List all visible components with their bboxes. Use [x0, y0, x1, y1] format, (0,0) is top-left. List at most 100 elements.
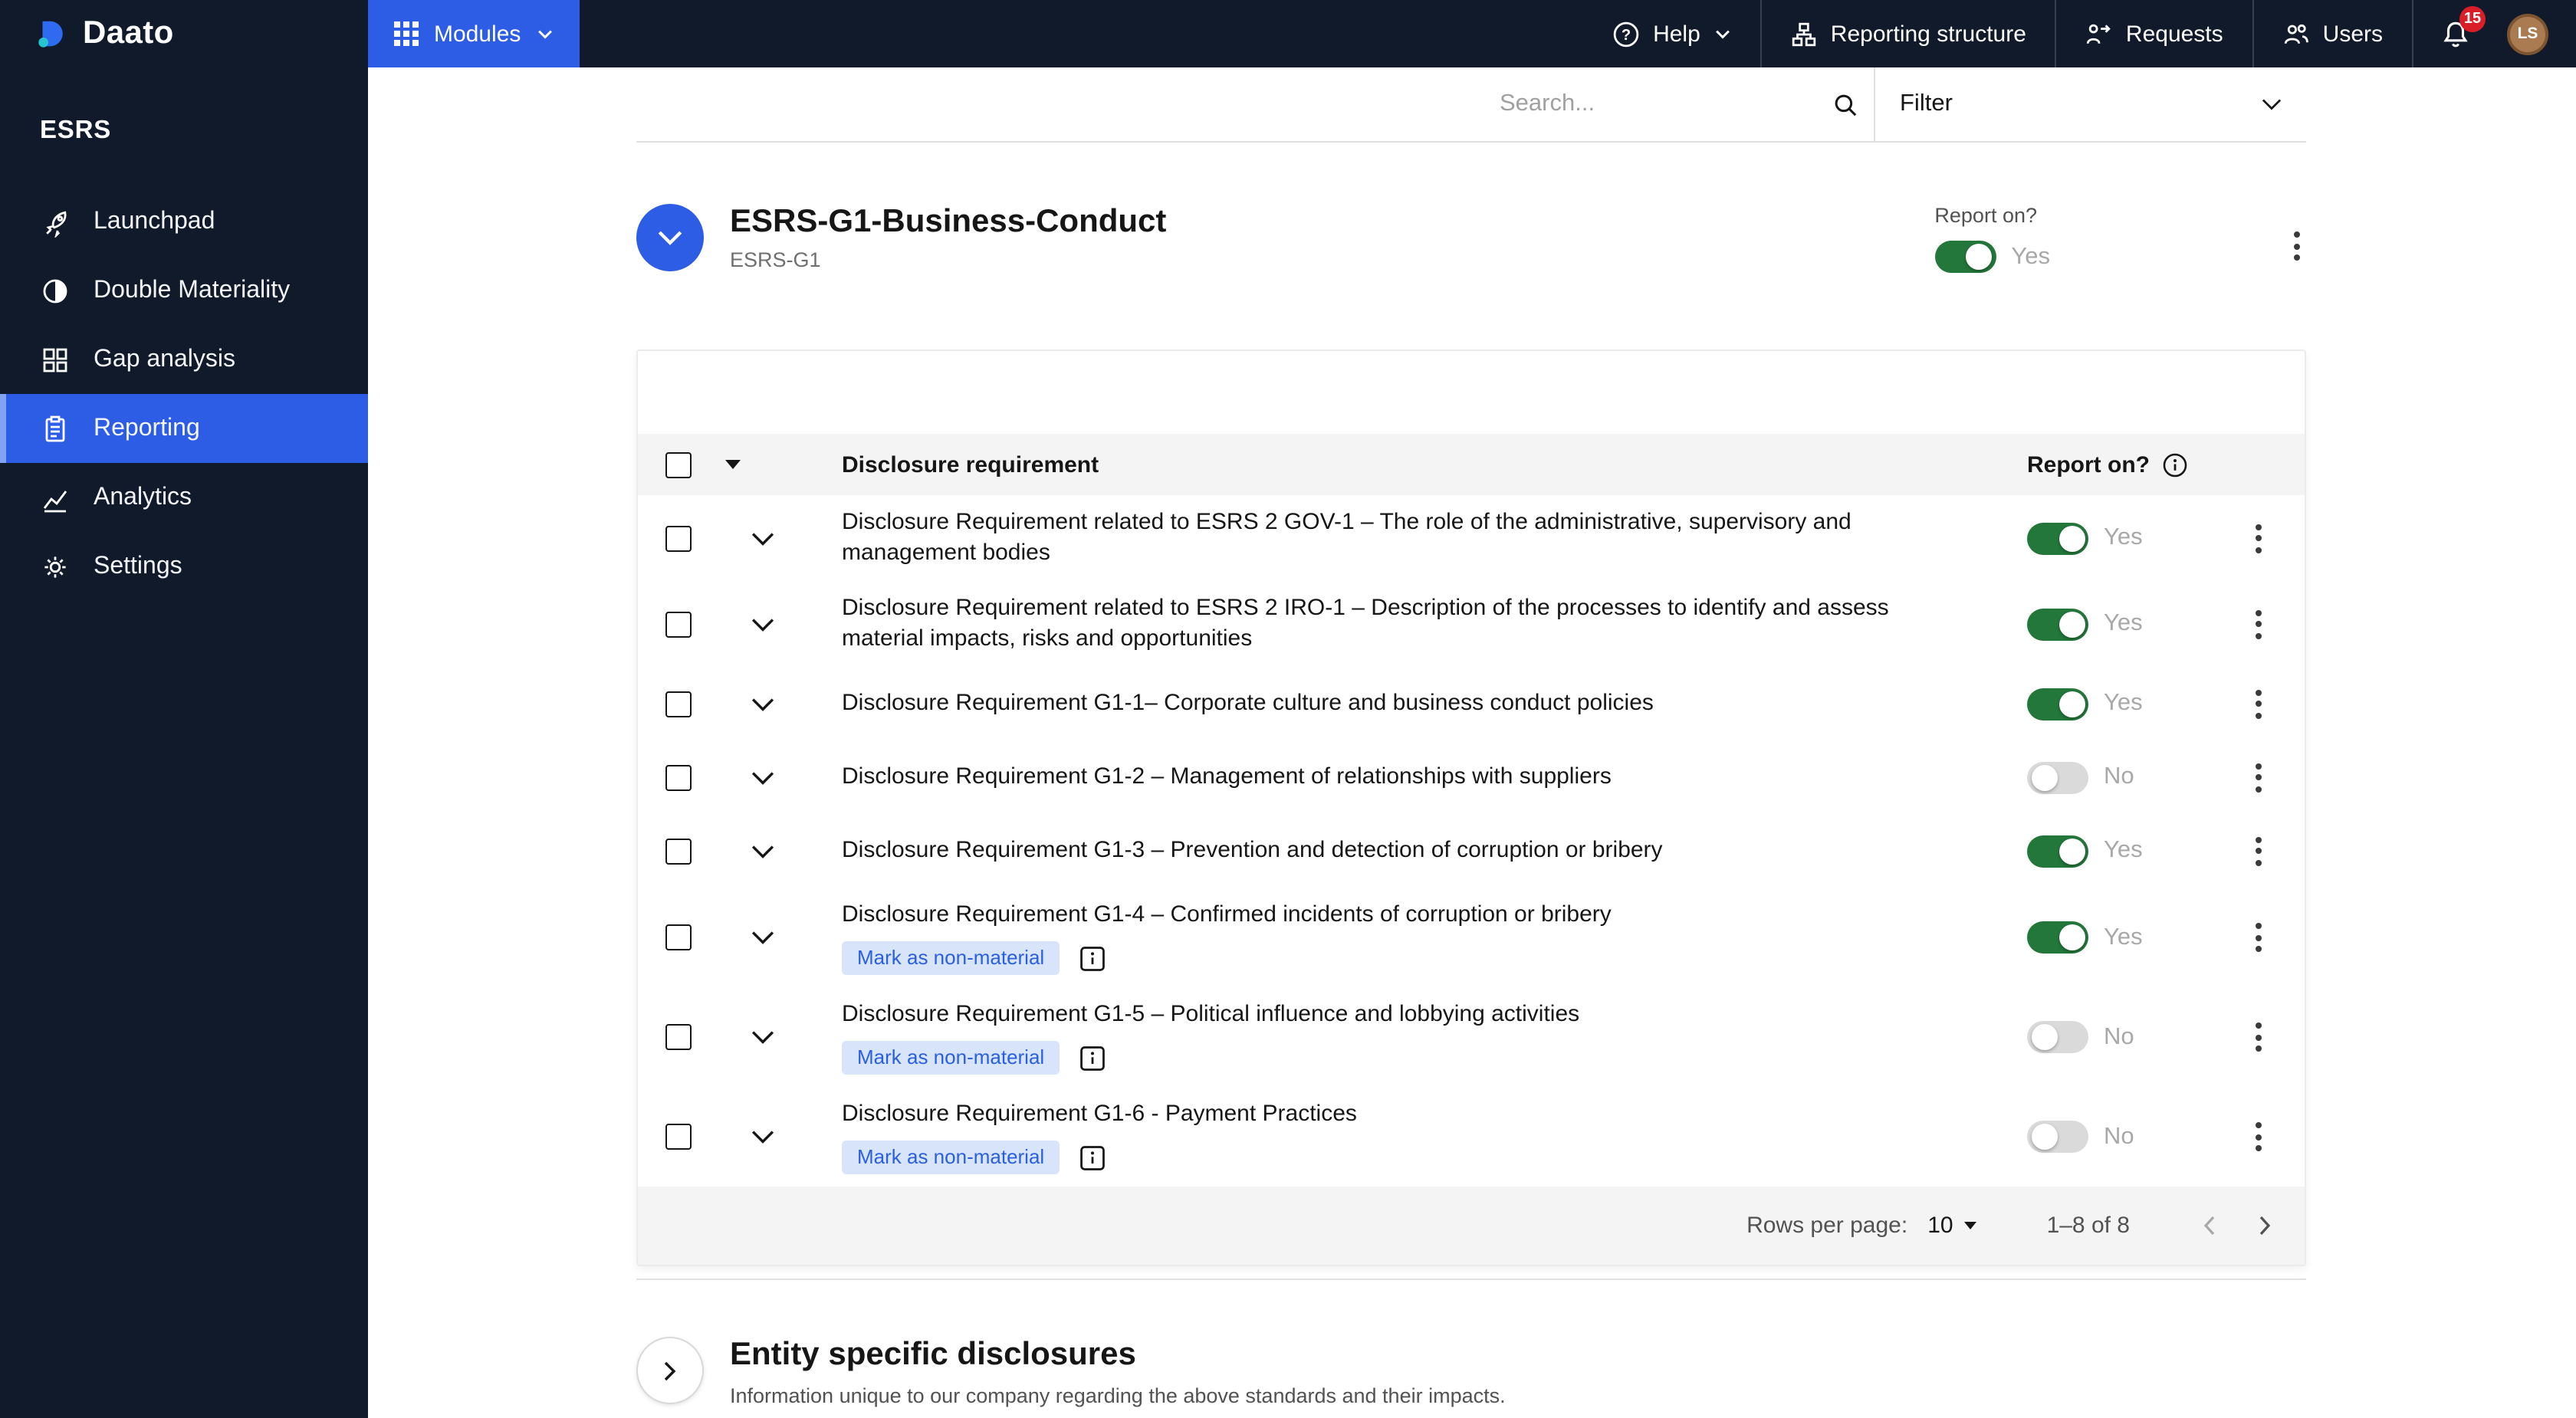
chevron-down-icon[interactable]: [751, 931, 774, 944]
sidebar-item-reporting[interactable]: Reporting: [0, 394, 368, 463]
report-on-toggle[interactable]: [2027, 1021, 2088, 1053]
mark-non-material-button[interactable]: Mark as non-material: [842, 1041, 1060, 1075]
kebab-menu[interactable]: [2249, 1116, 2268, 1157]
kebab-menu[interactable]: [2288, 225, 2306, 267]
brand[interactable]: Daato: [0, 0, 368, 67]
clipboard-icon: [45, 415, 65, 441]
notifications-button[interactable]: 15: [2412, 0, 2498, 67]
modules-label: Modules: [434, 21, 521, 47]
table-row: Disclosure Requirement G1-1– Corporate c…: [638, 667, 2305, 740]
reporting-structure-label: Reporting structure: [1830, 21, 2026, 47]
chevron-down-icon[interactable]: [751, 1030, 774, 1044]
row-checkbox[interactable]: [665, 1024, 692, 1050]
row-checkbox[interactable]: [665, 691, 692, 717]
disclosure-requirement-text: Disclosure Requirement G1-6 - Payment Pr…: [842, 1101, 1357, 1127]
search-icon[interactable]: [1832, 91, 1858, 117]
sidebar-item-double-materiality[interactable]: Double Materiality: [0, 256, 368, 325]
standard-header: ESRS-G1-Business-Conduct ESRS-G1 Report …: [636, 204, 2306, 273]
chart-icon: [43, 490, 67, 512]
help-button[interactable]: ? Help: [1584, 0, 1760, 67]
row-checkbox[interactable]: [665, 764, 692, 790]
toggle-state-label: Yes: [2104, 524, 2143, 550]
row-actions: Mark as non-material: [842, 1141, 1904, 1174]
chevron-down-icon[interactable]: [751, 697, 774, 711]
report-on-toggle[interactable]: [2027, 761, 2088, 793]
toggle-state-label: Yes: [2104, 924, 2143, 950]
report-on-toggle[interactable]: [2027, 522, 2088, 554]
svg-text:?: ?: [1622, 26, 1631, 43]
chevron-down-icon[interactable]: [751, 844, 774, 858]
toggle-state-label: Yes: [2104, 610, 2143, 636]
filter-label: Filter: [1900, 90, 1953, 117]
modules-button[interactable]: Modules: [368, 0, 580, 67]
kebab-menu[interactable]: [2249, 917, 2268, 958]
chevron-down-icon[interactable]: [751, 770, 774, 784]
users-button[interactable]: Users: [2252, 0, 2412, 67]
sidebar-item-gap-analysis[interactable]: Gap analysis: [0, 325, 368, 394]
info-square-icon[interactable]: [1079, 1045, 1106, 1071]
filter-select[interactable]: Filter: [1874, 67, 2306, 141]
sidebar-item-label: Settings: [94, 553, 182, 579]
chevron-right-icon: [664, 1361, 676, 1380]
chevron-down-icon[interactable]: [751, 617, 774, 631]
sidebar-item-label: Gap analysis: [94, 346, 235, 372]
avatar[interactable]: LS: [2507, 13, 2548, 54]
chevron-down-icon: [1963, 1222, 1976, 1229]
expand-entity-button[interactable]: [636, 1337, 704, 1404]
toggle-state-label: Yes: [2011, 243, 2050, 269]
rocket-icon: [46, 210, 67, 237]
report-on-toggle[interactable]: [2027, 608, 2088, 640]
select-all-checkbox[interactable]: [665, 451, 692, 478]
info-icon[interactable]: [2162, 451, 2188, 478]
entity-subtitle: Information unique to our company regard…: [730, 1384, 1506, 1407]
previous-page-button[interactable]: [2191, 1205, 2226, 1246]
chevron-down-icon: [658, 231, 682, 245]
toggle-state-label: No: [2104, 763, 2134, 789]
table-row: Disclosure Requirement G1-2 – Management…: [638, 740, 2305, 814]
row-checkbox[interactable]: [665, 1124, 692, 1150]
kebab-menu[interactable]: [2249, 517, 2268, 559]
list-toolbar: Filter: [636, 67, 2306, 143]
kebab-menu[interactable]: [2249, 830, 2268, 871]
row-checkbox[interactable]: [665, 525, 692, 551]
row-checkbox[interactable]: [665, 924, 692, 950]
collapse-standard-button[interactable]: [636, 204, 704, 271]
reporting-structure-button[interactable]: Reporting structure: [1760, 0, 2055, 67]
entity-title: Entity specific disclosures: [730, 1337, 1136, 1372]
report-on-toggle[interactable]: [2027, 1121, 2088, 1153]
sidebar-item-label: Reporting: [94, 415, 200, 441]
rows-per-page-select[interactable]: 10: [1927, 1213, 1976, 1239]
report-on-toggle[interactable]: [2027, 921, 2088, 954]
sidebar-item-analytics[interactable]: Analytics: [0, 463, 368, 532]
daato-logo-icon: [38, 20, 63, 47]
report-on-toggle[interactable]: [1934, 241, 1996, 273]
column-report-on: Report on?: [2027, 451, 2150, 478]
sidebar-item-launchpad[interactable]: Launchpad: [0, 187, 368, 256]
row-checkbox[interactable]: [665, 611, 692, 637]
requests-button[interactable]: Requests: [2055, 0, 2252, 67]
row-checkbox[interactable]: [665, 838, 692, 864]
disclosure-requirement-text: Disclosure Requirement G1-1– Corporate c…: [842, 690, 1654, 716]
info-square-icon[interactable]: [1079, 1144, 1106, 1170]
sort-caret-icon[interactable]: [725, 460, 741, 469]
report-on-toggle[interactable]: [2027, 835, 2088, 867]
section-divider: [636, 1278, 2306, 1280]
search-field: [1497, 67, 1874, 141]
search-input[interactable]: [1497, 89, 1823, 120]
report-on-label: Report on?: [1934, 204, 2037, 227]
chevron-down-icon[interactable]: [751, 531, 774, 545]
report-on-toggle[interactable]: [2027, 688, 2088, 720]
chevron-down-icon[interactable]: [751, 1130, 774, 1144]
info-square-icon[interactable]: [1079, 945, 1106, 971]
kebab-menu[interactable]: [2249, 757, 2268, 798]
kebab-menu[interactable]: [2249, 1016, 2268, 1058]
gear-icon: [44, 556, 66, 577]
disclosure-requirement-text: Disclosure Requirement related to ESRS 2…: [842, 595, 1889, 652]
kebab-menu[interactable]: [2249, 603, 2268, 645]
next-page-button[interactable]: [2248, 1205, 2283, 1246]
sidebar-item-settings[interactable]: Settings: [0, 532, 368, 601]
kebab-menu[interactable]: [2249, 683, 2268, 724]
mark-non-material-button[interactable]: Mark as non-material: [842, 941, 1060, 975]
sidebar-item-label: Double Materiality: [94, 277, 291, 303]
mark-non-material-button[interactable]: Mark as non-material: [842, 1141, 1060, 1174]
